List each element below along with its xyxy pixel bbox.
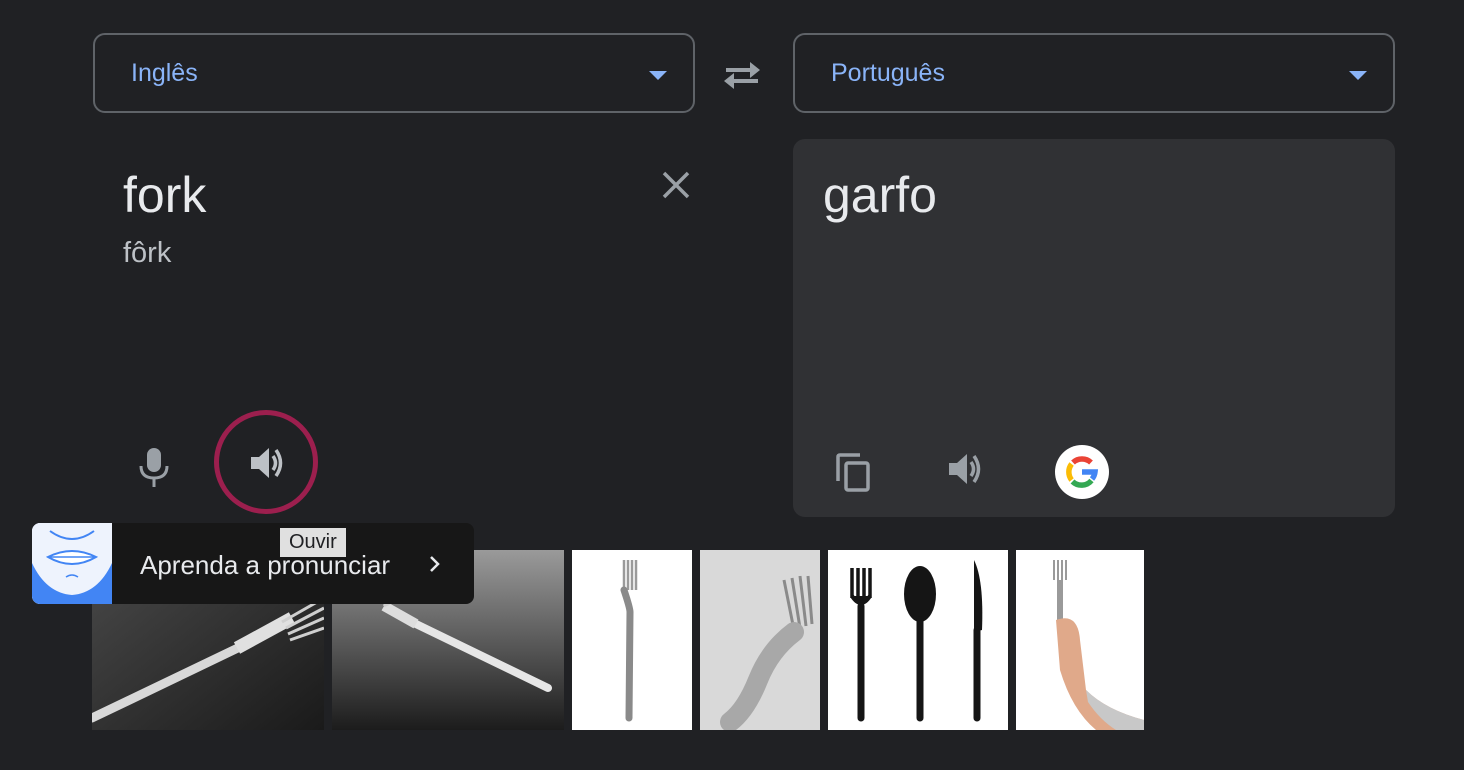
source-language-select[interactable]: Inglês xyxy=(93,33,695,113)
pronunciation-illustration xyxy=(32,523,112,604)
image-result[interactable] xyxy=(1016,550,1144,730)
copy-icon xyxy=(836,453,870,492)
target-listen-button[interactable] xyxy=(943,449,987,489)
target-panel: garfo xyxy=(793,139,1395,517)
microphone-icon xyxy=(139,448,169,487)
listen-button[interactable] xyxy=(214,410,318,514)
clear-button[interactable] xyxy=(659,168,693,202)
swap-languages-icon xyxy=(724,62,760,89)
target-text: garfo xyxy=(823,167,937,223)
source-language-label: Inglês xyxy=(131,59,198,87)
learn-pronunciation-card[interactable]: Aprenda a pronunciar xyxy=(32,523,474,604)
swap-languages-button[interactable] xyxy=(720,54,764,94)
copy-button[interactable] xyxy=(833,451,873,493)
caret-down-icon xyxy=(649,71,667,80)
close-icon xyxy=(662,171,690,199)
source-transliteration: fôrk xyxy=(123,237,172,269)
speaker-icon xyxy=(251,448,283,478)
image-result[interactable] xyxy=(700,550,820,730)
image-result[interactable] xyxy=(572,550,692,730)
listen-tooltip: Ouvir xyxy=(280,528,346,557)
image-result[interactable] xyxy=(828,550,1008,730)
chevron-right-icon xyxy=(430,556,440,572)
caret-down-icon xyxy=(1349,71,1367,80)
google-logo-icon xyxy=(1066,456,1099,488)
target-language-label: Português xyxy=(831,59,945,87)
microphone-button[interactable] xyxy=(134,444,174,490)
target-language-select[interactable]: Português xyxy=(793,33,1395,113)
speaker-icon xyxy=(949,454,981,484)
google-search-button[interactable] xyxy=(1055,445,1109,499)
source-text[interactable]: fork xyxy=(123,166,206,224)
learn-pronunciation-label: Aprenda a pronunciar xyxy=(140,550,391,580)
source-panel: fork fôrk xyxy=(93,140,695,518)
